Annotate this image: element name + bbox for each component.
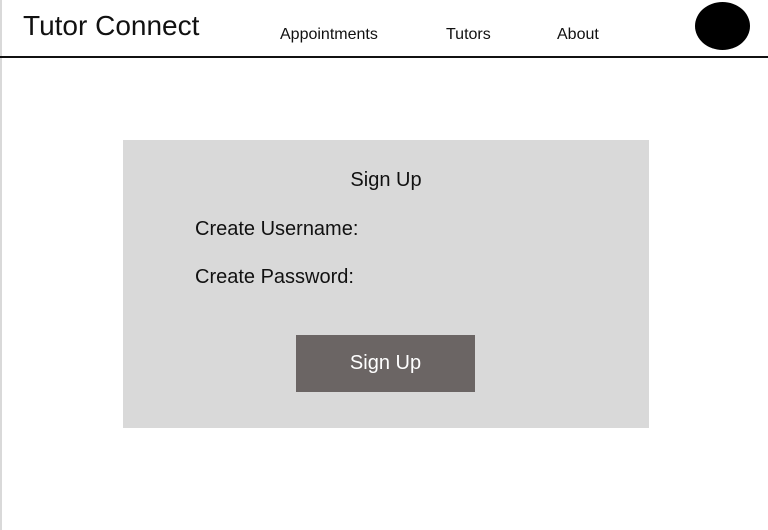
sign-up-button[interactable]: Sign Up <box>296 335 475 392</box>
nav-link-appointments[interactable]: Appointments <box>280 25 378 45</box>
app-title: Tutor Connect <box>23 10 200 41</box>
create-username-label: Create Username: <box>195 218 359 240</box>
create-password-label: Create Password: <box>195 266 354 288</box>
signup-panel: Sign Up Create Username: Create Password… <box>123 140 649 428</box>
page-left-border <box>0 0 2 530</box>
top-navigation-bar: Tutor Connect Appointments Tutors About <box>0 0 768 58</box>
signup-title: Sign Up <box>350 169 422 191</box>
nav-link-about[interactable]: About <box>557 25 599 45</box>
avatar[interactable] <box>695 2 750 50</box>
nav-link-tutors[interactable]: Tutors <box>446 25 491 45</box>
